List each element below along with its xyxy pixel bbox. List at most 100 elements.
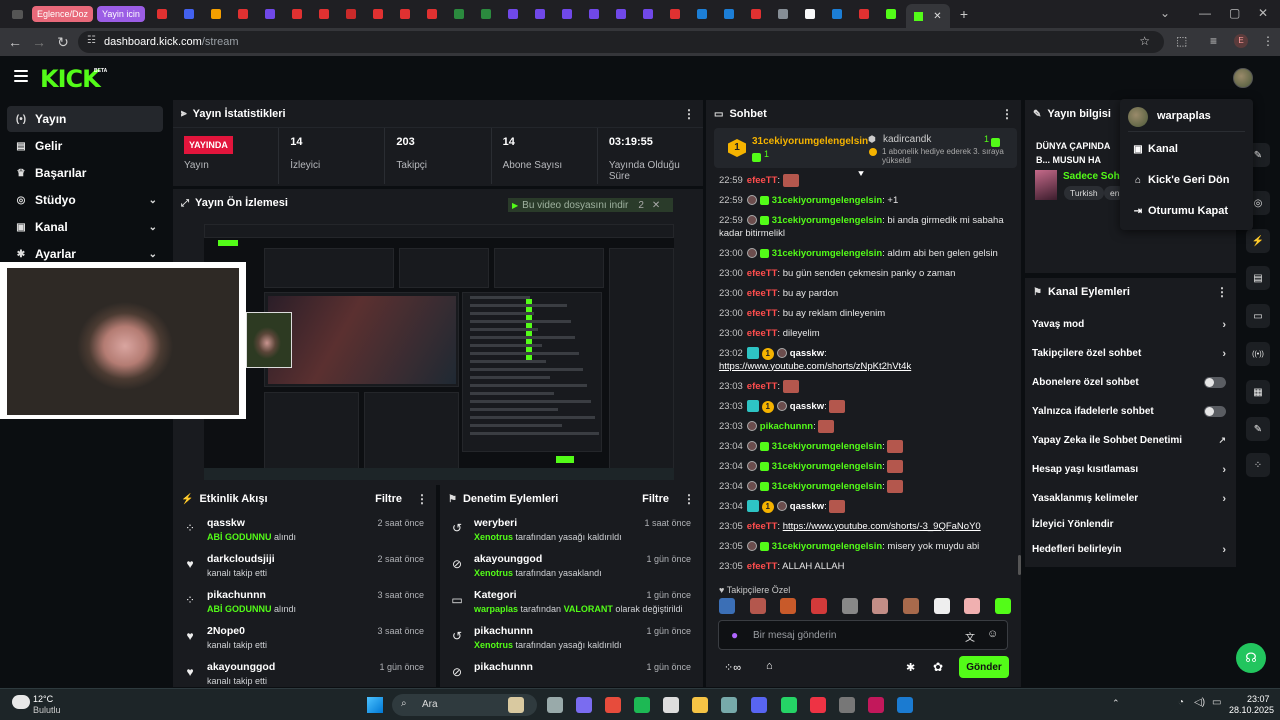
tab-favicon-icon[interactable] [176,3,202,25]
volume-icon[interactable]: ◁) [1194,697,1205,708]
chat-username[interactable]: 31cekiyorumgelengelsin [772,481,882,492]
new-tab-icon[interactable]: + [960,6,968,22]
tab-favicon-icon[interactable] [365,3,391,25]
forward-icon[interactable]: → [27,34,51,50]
activity-username[interactable]: 2Nope0 [207,625,245,637]
emote-icon[interactable] [749,598,766,614]
dropdown-item[interactable]: ⌂ Kick'e Geri Dön [1133,174,1230,186]
translate-icon[interactable]: 文 [965,629,975,644]
tab-group-eglence[interactable]: Eglence/Doz [32,6,94,22]
clock-date[interactable]: 28.10.2025 [1229,705,1274,715]
emote-icon[interactable] [810,598,827,614]
channel-action-item[interactable]: Hesap yaşı kısıtlaması › [1025,455,1236,484]
chat-message[interactable]: 23:04 1 qasskw: [714,496,1017,516]
emote-icon[interactable] [994,598,1011,614]
chat-link[interactable]: https://www.youtube.com/shorts/zNpKt2hVt… [719,361,911,372]
dropdown-item[interactable]: ⇥ Oturumu Kapat [1133,205,1228,217]
moderation-item[interactable]: ↺ pikachunnn Xenotrus tarafından yasağı ka… [440,621,703,657]
start-icon[interactable] [367,697,383,713]
chat-message[interactable]: 23:05 efeeTT: ALLAH ALLAH [714,556,1017,574]
activity-username[interactable]: akayounggod [207,661,275,673]
taskbar-app-icon[interactable] [721,697,737,713]
tab-active-kick[interactable]: ✕ [905,4,950,28]
chat-message[interactable]: 23:00 efeeTT: bu ay reklam dinleyenim [714,303,1017,323]
wifi-icon[interactable]: ◔ [1178,697,1184,708]
moderation-target[interactable]: akayounggod [474,553,542,565]
tab-favicon-icon[interactable] [851,3,877,25]
activity-item[interactable]: ⁘ pikachunnn ABİ GODUNNU alındı 3 saat önce [173,585,436,621]
chat-message[interactable]: 22:59 31cekiyorumgelengelsin: bi anda gir… [714,210,1017,243]
chat-username[interactable]: qasskw [790,401,824,412]
broadcast-icon[interactable]: ((•)) [1246,342,1270,366]
channel-action-item[interactable]: Yasaklanmış kelimeler › [1025,484,1236,513]
taskbar-app-icon[interactable] [781,697,797,713]
taskbar-app-icon[interactable] [576,697,592,713]
taskbar-app-icon[interactable] [605,697,621,713]
chat-username[interactable]: efeeTT [747,328,778,339]
chat-message[interactable]: 23:00 efeeTT: bu ay pardon [714,283,1017,303]
moderation-item[interactable]: ↺ weryberi Xenotrus tarafından yasağı kald… [440,513,703,549]
tab-favicon-icon[interactable] [311,3,337,25]
chat-username[interactable]: efeeTT [747,381,778,392]
window-close-icon[interactable]: ✕ [1258,6,1268,20]
taskbar-app-icon[interactable] [810,697,826,713]
emote-icon[interactable] [872,598,889,614]
taskbar-app-icon[interactable] [839,697,855,713]
chat-message[interactable]: 23:03 1 qasskw: [714,396,1017,416]
channel-action-item[interactable]: Yalnızca ifadelerle sohbet [1025,397,1236,426]
channel-actions-more-icon[interactable]: ⋮ [1216,285,1228,299]
help-chat-icon[interactable]: ☊ [1236,643,1266,673]
chat-scrollbar[interactable] [1018,555,1021,575]
chat-username[interactable]: 31cekiyorumgelengelsin [772,195,882,206]
user-avatar[interactable] [1233,68,1253,88]
wrench-icon[interactable]: ✎ [1246,417,1270,441]
clock-time[interactable]: 23:07 [1247,694,1270,704]
chat-settings-icon[interactable]: ✱ [906,661,915,674]
more-options-icon[interactable]: ⋮ [683,107,695,121]
chat-username[interactable]: qasskw [790,501,824,512]
chevron-down-icon[interactable]: ⌄ [149,222,157,233]
tab-favicon-icon[interactable] [608,3,634,25]
layout-icon[interactable]: ▦ [1246,380,1270,404]
nav-item-3[interactable]: ◎ Stüdyo ⌄ [7,187,163,213]
tab-favicon-icon[interactable] [473,3,499,25]
channel-action-item[interactable]: İzleyici Yönlendir [1025,513,1236,535]
taskbar-app-icon[interactable] [897,697,913,713]
toggle-switch[interactable] [1204,377,1226,388]
moderation-item[interactable]: ▭ Kategori warpaplas tarafından VALORANT o… [440,585,703,621]
chat-message[interactable]: 23:03 efeeTT: [714,376,1017,396]
tab-group-yayin[interactable]: Yayin icin [97,6,145,22]
chat-username[interactable]: 31cekiyorumgelengelsin [772,441,882,452]
taskbar-app-icon[interactable] [692,697,708,713]
emote-picker-icon[interactable]: ✿ [933,660,943,674]
points-icon[interactable]: ⁘∞ [724,661,741,674]
tab-favicon-icon[interactable] [500,3,526,25]
activity-item[interactable]: ♥ 2Nope0 kanalı takip etti 3 saat önce [173,621,436,657]
chat-message[interactable]: 23:05 efeeTT: https://www.youtube.com/sho… [714,516,1017,536]
tab-favicon-icon[interactable] [419,3,445,25]
moderation-item[interactable]: ⊘ akayounggod Xenotrus tarafından yasaklan… [440,549,703,585]
chat-username[interactable]: pikachunnn [760,421,813,432]
chat-username[interactable]: efeeTT [747,175,778,186]
taskbar-app-icon[interactable] [751,697,767,713]
moderation-target[interactable]: pikachunnn [474,661,533,673]
chevron-down-icon[interactable]: ⌄ [149,249,157,260]
mic-icon[interactable]: ● [731,628,738,642]
emote-icon[interactable] [841,598,858,614]
media-control-icon[interactable]: ≡ [1210,34,1217,48]
tab-close-icon[interactable]: ✕ [933,11,941,22]
external-link-icon[interactable]: ↗ [1218,435,1226,446]
tab-favicon-icon[interactable] [257,3,283,25]
tab-favicon-icon[interactable] [284,3,310,25]
chat-username[interactable]: efeeTT [747,308,778,319]
channel-action-item[interactable]: Abonelere özel sohbet [1025,368,1236,397]
chat-message[interactable]: 23:02 1 qasskw: https://www.youtube.com/sh… [714,343,1017,376]
chat-username[interactable]: efeeTT [747,561,778,572]
tab-favicon-icon[interactable] [446,3,472,25]
chat-icon[interactable]: ▭ [1246,304,1270,328]
taskbar-app-icon[interactable] [663,697,679,713]
minimize-icon[interactable]: — [1199,6,1211,20]
chat-message[interactable]: 23:04 31cekiyorumgelengelsin: [714,436,1017,456]
send-button[interactable]: Gönder [959,656,1009,678]
moderation-more-icon[interactable]: ⋮ [683,492,695,506]
